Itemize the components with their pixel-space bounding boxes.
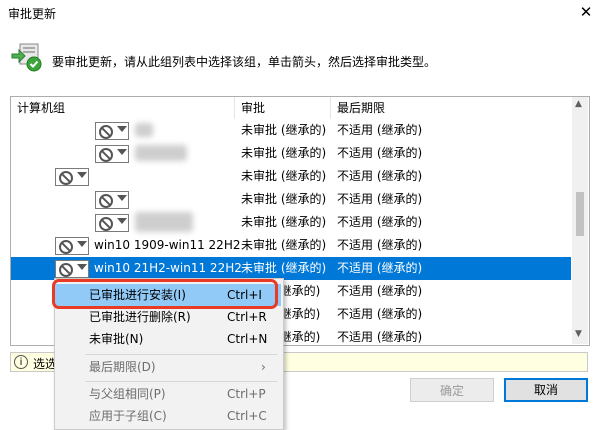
menu-item-approve-remove[interactable]: 已审批进行删除(R) Ctrl+R bbox=[55, 306, 281, 328]
deadline-cell: 不适用 (继承的) bbox=[337, 261, 423, 275]
deadline-cell: 不适用 (继承的) bbox=[337, 146, 423, 160]
approval-dropdown[interactable] bbox=[95, 145, 129, 163]
column-header-deadline[interactable]: 最后期限 bbox=[331, 97, 571, 119]
deadline-cell: 不适用 (继承的) bbox=[337, 192, 423, 206]
deadline-cell: 不适用 (继承的) bbox=[337, 284, 423, 298]
redacted-group-name bbox=[135, 145, 187, 161]
deadline-cell: 不适用 (继承的) bbox=[337, 330, 423, 344]
approval-cell: 未审批 (继承的) bbox=[241, 192, 327, 206]
menu-item-same-as-parent[interactable]: 与父组相同(P) Ctrl+P bbox=[55, 383, 281, 405]
not-approved-icon bbox=[99, 194, 113, 208]
table-row[interactable]: win10 1909-win11 22H2 未审批 (继承的) 不适用 (继承的… bbox=[11, 234, 571, 257]
deadline-cell: 不适用 (继承的) bbox=[337, 169, 423, 183]
scroll-down-icon[interactable]: ▼ bbox=[575, 329, 582, 339]
not-approved-icon bbox=[99, 125, 113, 139]
vertical-scrollbar[interactable]: ▲ ▼ bbox=[572, 97, 588, 344]
approve-updates-icon bbox=[10, 42, 44, 72]
redacted-group-name bbox=[135, 212, 193, 232]
not-approved-icon bbox=[59, 171, 73, 185]
ok-button[interactable]: 确定 bbox=[410, 378, 494, 402]
chevron-down-icon bbox=[117, 195, 127, 201]
approval-cell: 未审批 (继承的) bbox=[241, 169, 327, 183]
approval-cell: 未审批 (继承的) bbox=[241, 146, 327, 160]
chevron-down-icon bbox=[117, 149, 127, 155]
cancel-button[interactable]: 取消 bbox=[504, 378, 588, 402]
window-title: 审批更新 bbox=[8, 7, 57, 21]
redacted-group-name bbox=[135, 123, 153, 137]
column-header-group[interactable]: 计算机组 bbox=[11, 97, 235, 119]
column-header-approval[interactable]: 审批 bbox=[235, 97, 331, 119]
approval-dropdown[interactable] bbox=[95, 191, 129, 209]
instruction-text: 要审批更新，请从此组列表中选择该组，单击箭头，然后选择审批类型。 bbox=[52, 55, 437, 69]
info-icon: i bbox=[14, 355, 28, 369]
menu-item-not-approved[interactable]: 未审批(N) Ctrl+N bbox=[55, 328, 281, 350]
table-row[interactable]: 未审批 (继承的) 不适用 (继承的) bbox=[11, 188, 571, 211]
scroll-thumb[interactable] bbox=[576, 192, 584, 236]
approval-dropdown[interactable] bbox=[95, 214, 129, 232]
table-row[interactable]: 未审批 (继承的) 不适用 (继承的) bbox=[11, 142, 571, 165]
approval-dropdown[interactable] bbox=[55, 168, 89, 186]
chevron-down-icon bbox=[77, 241, 87, 247]
scroll-up-icon[interactable]: ▲ bbox=[575, 99, 582, 109]
approval-cell: 未审批 (继承的) bbox=[241, 215, 327, 229]
approval-cell: 未审批 (继承的) bbox=[241, 238, 327, 252]
table-row[interactable]: 未审批 (继承的) 不适用 (继承的) bbox=[11, 165, 571, 188]
not-approved-icon bbox=[99, 217, 113, 231]
close-icon[interactable]: ✕ bbox=[576, 2, 596, 22]
chevron-right-icon: › bbox=[261, 360, 266, 374]
group-name-cell[interactable]: win10 1909-win11 22H2 bbox=[94, 234, 240, 257]
deadline-cell: 不适用 (继承的) bbox=[337, 238, 423, 252]
group-name-cell[interactable]: win10 21H2-win11 22H2 bbox=[94, 257, 242, 280]
menu-item-apply-to-children[interactable]: 应用于子组(C) Ctrl+C bbox=[55, 405, 281, 427]
approval-cell: 未审批 (继承的) bbox=[241, 261, 327, 275]
chevron-down-icon bbox=[77, 264, 87, 270]
annotation-highlight-box bbox=[52, 279, 278, 309]
not-approved-icon bbox=[59, 240, 73, 254]
approval-dropdown[interactable] bbox=[55, 237, 89, 255]
menu-separator bbox=[85, 354, 277, 355]
chevron-down-icon bbox=[77, 172, 87, 178]
not-approved-icon bbox=[59, 263, 73, 277]
approval-cell: 未审批 (继承的) bbox=[241, 123, 327, 137]
deadline-cell: 不适用 (继承的) bbox=[337, 307, 423, 321]
approval-dropdown[interactable] bbox=[95, 122, 129, 140]
approval-dropdown[interactable] bbox=[55, 260, 89, 278]
menu-item-deadline[interactable]: 最后期限(D) › bbox=[55, 356, 281, 378]
not-approved-icon bbox=[99, 148, 113, 162]
chevron-down-icon bbox=[117, 218, 127, 224]
deadline-cell: 不适用 (继承的) bbox=[337, 215, 423, 229]
menu-separator bbox=[85, 381, 277, 382]
table-row[interactable]: 未审批 (继承的) 不适用 (继承的) bbox=[11, 211, 571, 234]
deadline-cell: 不适用 (继承的) bbox=[337, 123, 423, 137]
table-row-selected[interactable]: win10 21H2-win11 22H2 未审批 (继承的) 不适用 (继承的… bbox=[11, 257, 571, 280]
chevron-down-icon bbox=[117, 126, 127, 132]
table-row[interactable]: 未审批 (继承的) 不适用 (继承的) bbox=[11, 119, 571, 142]
